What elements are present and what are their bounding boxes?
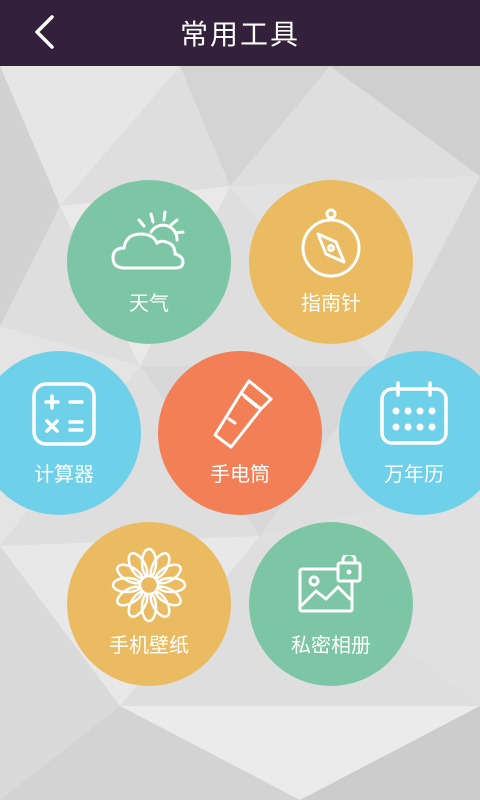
title-bar: 常用工具 [0, 0, 480, 66]
flower-icon [109, 545, 189, 625]
chevron-left-icon [35, 15, 54, 49]
calendar-icon [374, 374, 454, 454]
weather-label: 天气 [129, 290, 169, 315]
calculator-label: 计算器 [34, 461, 94, 486]
private-album-label: 私密相册 [291, 632, 371, 657]
calculator-icon [24, 374, 104, 454]
weather-cloud-sun-icon [109, 203, 189, 283]
flashlight-icon [200, 374, 280, 454]
weather-button[interactable]: 天气 [67, 180, 231, 344]
page-title: 常用工具 [179, 18, 300, 51]
calendar-label: 万年历 [384, 461, 444, 486]
back-button[interactable] [22, 10, 66, 54]
private-photo-icon [291, 545, 371, 625]
flashlight-label: 手电筒 [210, 461, 270, 486]
flashlight-button[interactable]: 手电筒 [158, 351, 322, 515]
wallpaper-label: 手机壁纸 [109, 632, 189, 657]
compass-button[interactable]: 指南针 [249, 180, 413, 344]
tools-screen: 常用工具 天气 指南针 计算器 手电筒 万年历 手机壁纸 私密相册 [0, 0, 480, 800]
compass-icon [291, 203, 371, 283]
wallpaper-button[interactable]: 手机壁纸 [67, 522, 231, 686]
compass-label: 指南针 [301, 290, 361, 315]
private-album-button[interactable]: 私密相册 [249, 522, 413, 686]
